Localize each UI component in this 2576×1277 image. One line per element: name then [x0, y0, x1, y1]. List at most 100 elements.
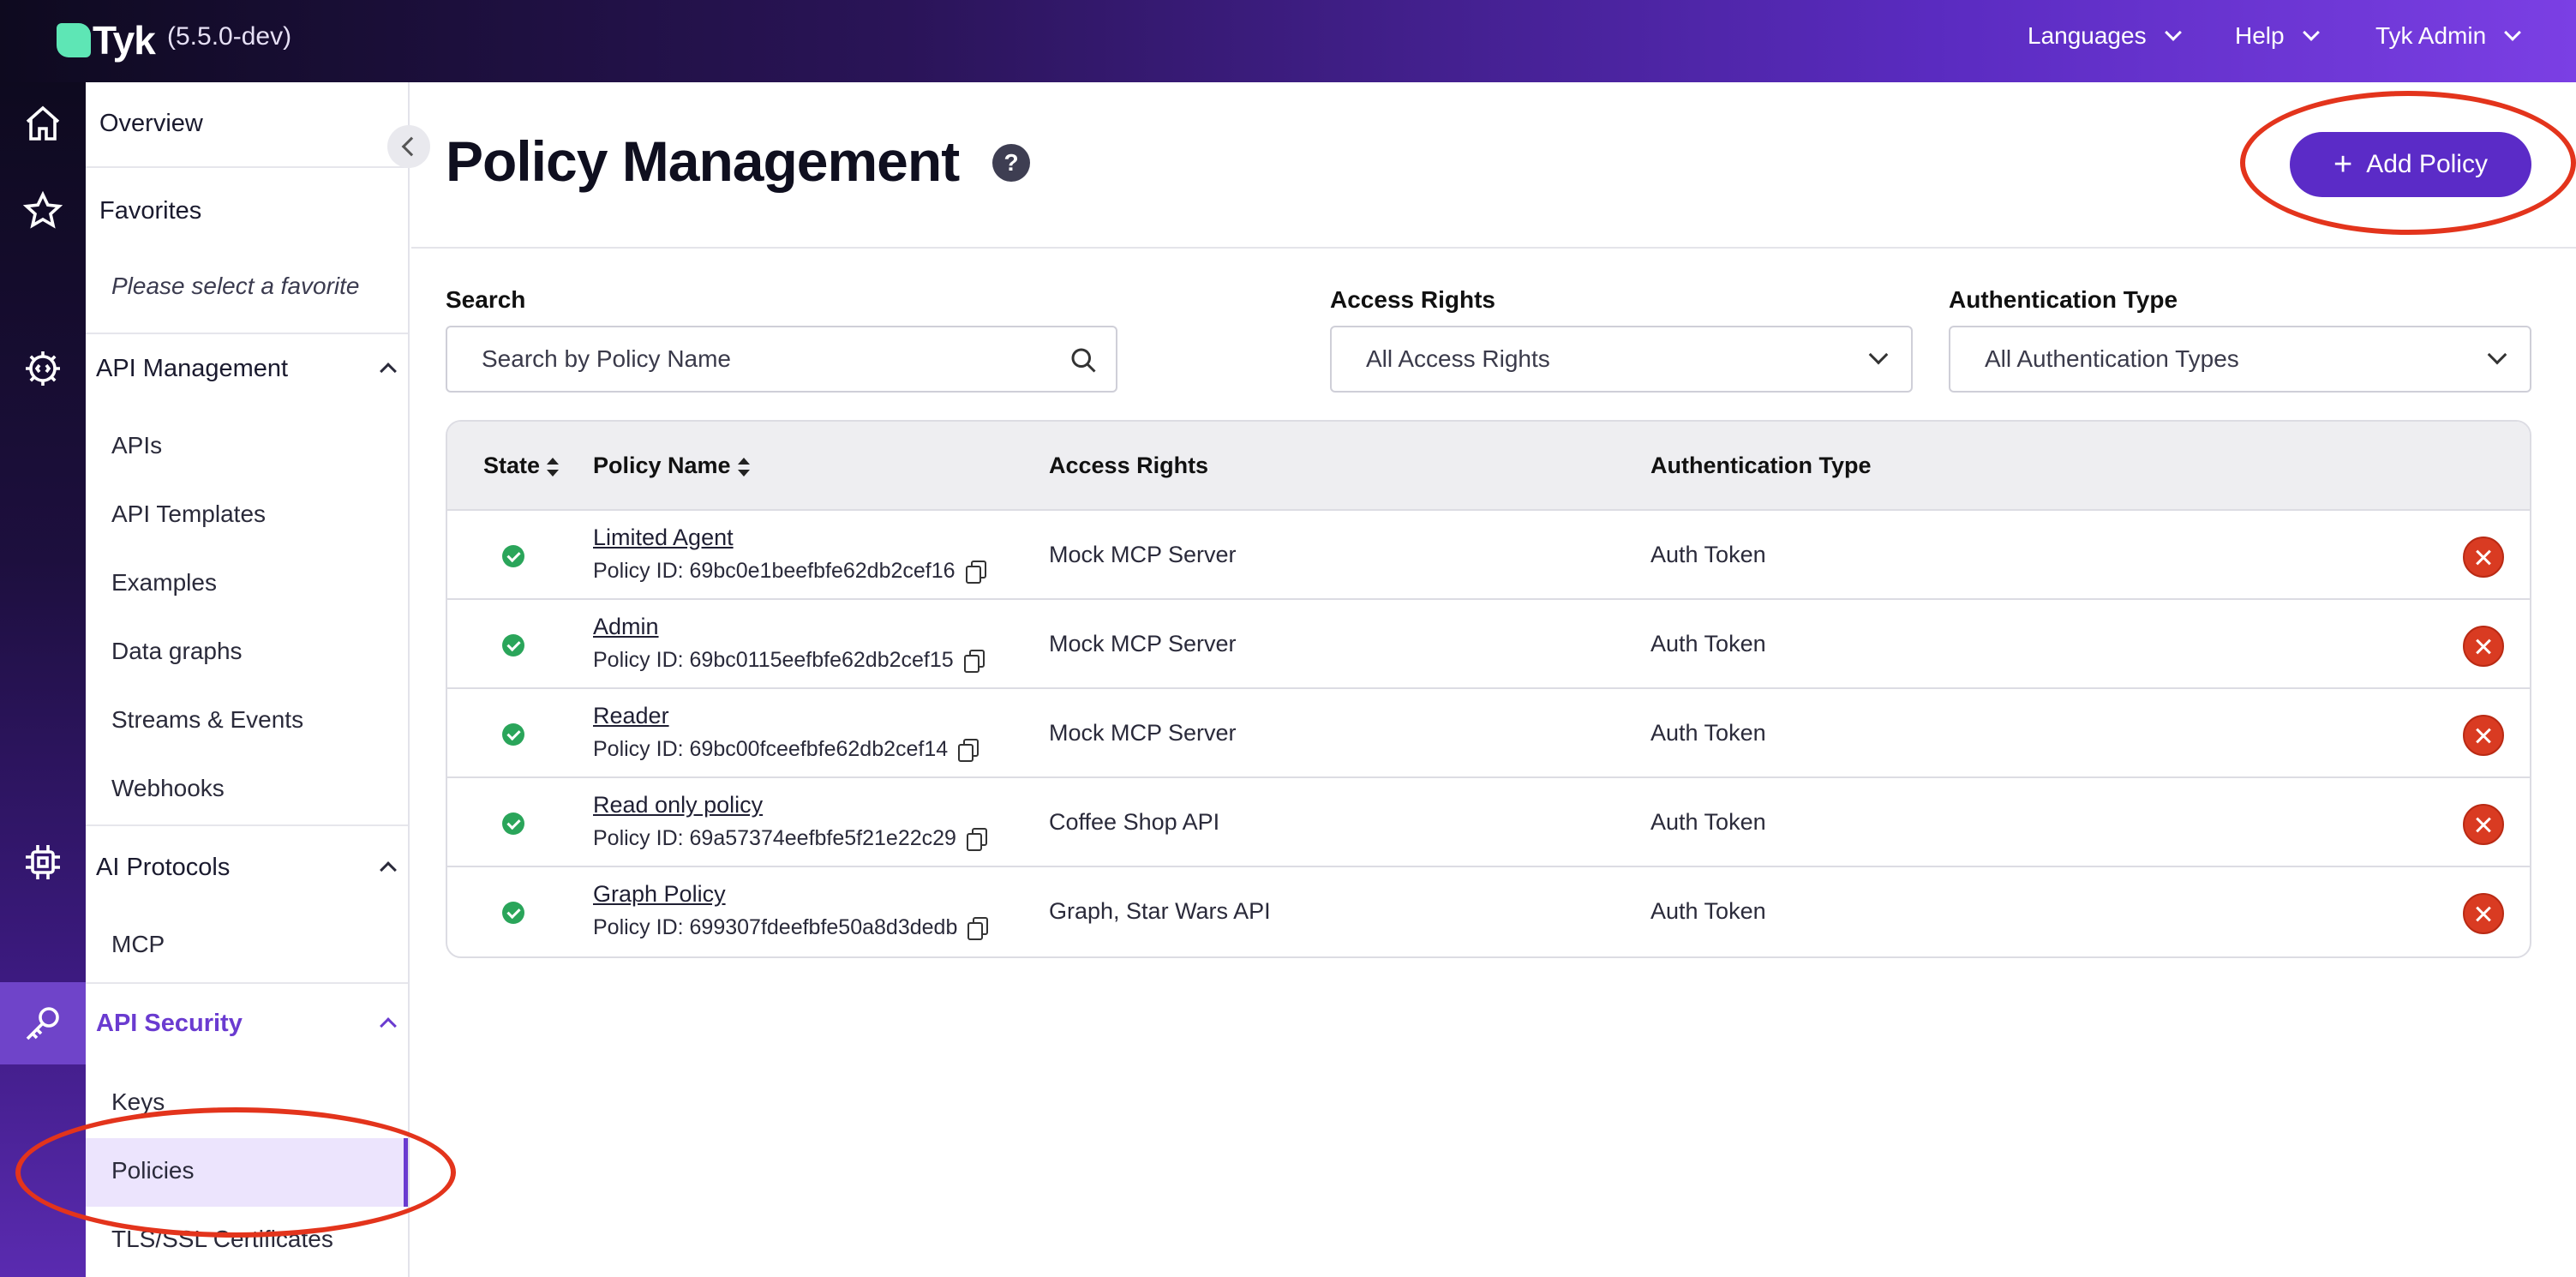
policy-name-link[interactable]: Graph Policy: [593, 881, 726, 908]
auth-type-cell: Auth Token: [1650, 720, 1766, 746]
table-header: State Policy Name Access Rights Authenti…: [447, 422, 2530, 511]
section-ai-protocols-label: AI Protocols: [96, 854, 231, 881]
auth-type-value: All Authentication Types: [1985, 345, 2239, 372]
languages-menu[interactable]: Languages: [2028, 22, 2182, 50]
table-row: Admin Policy ID: 69bc0115eefbfe62db2cef1…: [447, 600, 2530, 689]
chevron-up-icon: [380, 1017, 397, 1034]
help-menu[interactable]: Help: [2235, 22, 2320, 50]
chevron-down-icon: [2504, 24, 2522, 41]
help-label: Help: [2235, 22, 2285, 49]
active-state-icon: [502, 723, 524, 746]
section-api-management-label: API Management: [96, 355, 289, 382]
delete-icon[interactable]: [2463, 804, 2504, 845]
user-menu[interactable]: Tyk Admin: [2375, 22, 2522, 50]
sidebar-item-apis[interactable]: APIs: [111, 432, 434, 459]
tyk-logo-icon: [57, 23, 91, 57]
active-state-icon: [502, 634, 524, 656]
active-state-icon: [502, 902, 524, 924]
search-input[interactable]: Search by Policy Name: [446, 326, 1117, 393]
copy-icon[interactable]: [958, 738, 979, 762]
annotation-circle: [15, 1107, 456, 1238]
sidebar-item-overview[interactable]: Overview: [99, 110, 422, 138]
auth-type-cell: Auth Token: [1650, 809, 1766, 835]
policy-id: Policy ID: 69bc0115eefbfe62db2cef15: [593, 648, 985, 673]
tyk-logo[interactable]: Tyk: [57, 17, 156, 63]
sidebar-item-mcp[interactable]: MCP: [111, 931, 434, 958]
header-divider: [411, 247, 2576, 249]
chevron-down-icon: [2487, 345, 2507, 365]
api-gear-icon[interactable]: [0, 327, 86, 410]
chevron-up-icon: [380, 861, 397, 878]
table-row: Read only policy Policy ID: 69a57374eefb…: [447, 778, 2530, 867]
access-rights-cell: Mock MCP Server: [1049, 542, 1237, 567]
sidebar-item-examples[interactable]: Examples: [111, 569, 434, 597]
auth-type-column-header: Authentication Type: [1650, 453, 1872, 478]
divider: [86, 333, 408, 334]
home-icon[interactable]: [0, 82, 86, 165]
policy-id: Policy ID: 69a57374eefbfe5f21e22c29: [593, 826, 987, 851]
help-icon[interactable]: ?: [992, 144, 1030, 182]
chevron-up-icon: [380, 363, 397, 380]
copy-icon[interactable]: [965, 560, 986, 584]
access-rights-select[interactable]: All Access Rights: [1330, 326, 1913, 393]
delete-icon[interactable]: [2463, 626, 2504, 667]
star-icon[interactable]: [0, 170, 86, 252]
section-api-security[interactable]: API Security: [96, 1010, 418, 1038]
auth-type-select[interactable]: All Authentication Types: [1949, 326, 2531, 393]
divider: [86, 824, 408, 826]
state-header-label: State: [483, 453, 541, 478]
policy-id: Policy ID: 699307fdeefbfe50a8d3dedb: [593, 915, 989, 940]
policy-name-link[interactable]: Admin: [593, 614, 659, 640]
sidebar-item-webhooks[interactable]: Webhooks: [111, 775, 434, 802]
access-rights-column-header: Access Rights: [1049, 453, 1209, 478]
copy-icon[interactable]: [963, 649, 985, 673]
sort-icon: [547, 458, 560, 477]
delete-icon[interactable]: [2463, 715, 2504, 756]
policy-id: Policy ID: 69bc0e1beefbfe62db2cef16: [593, 559, 986, 584]
table-row: Limited Agent Policy ID: 69bc0e1beefbfe6…: [447, 511, 2530, 600]
chip-icon[interactable]: [0, 821, 86, 903]
policy-name-link[interactable]: Limited Agent: [593, 525, 734, 551]
icon-rail: [0, 82, 86, 1277]
policy-id-text: Policy ID: 699307fdeefbfe50a8d3dedb: [593, 915, 958, 939]
key-icon[interactable]: [0, 982, 86, 1064]
policy-id: Policy ID: 69bc00fceefbfe62db2cef14: [593, 737, 979, 762]
state-column-header[interactable]: State: [483, 453, 560, 479]
policy-id-text: Policy ID: 69bc0e1beefbfe62db2cef16: [593, 559, 956, 583]
policy-name-column-header[interactable]: Policy Name: [593, 453, 750, 479]
auth-type-label: Authentication Type: [1949, 286, 2178, 313]
active-state-icon: [502, 812, 524, 835]
search-label: Search: [446, 286, 526, 313]
policy-name-link[interactable]: Read only policy: [593, 792, 763, 818]
sort-icon: [737, 458, 750, 477]
annotation-circle: [2240, 91, 2576, 235]
access-rights-label: Access Rights: [1330, 286, 1495, 313]
policy-id-text: Policy ID: 69bc0115eefbfe62db2cef15: [593, 648, 954, 672]
sidebar-item-data-graphs[interactable]: Data graphs: [111, 638, 434, 665]
chevron-down-icon: [2302, 24, 2320, 41]
policy-id-text: Policy ID: 69a57374eefbfe5f21e22c29: [593, 826, 956, 850]
sidebar-item-favorites[interactable]: Favorites: [99, 197, 422, 225]
user-label: Tyk Admin: [2375, 22, 2487, 49]
search-icon: [1071, 348, 1096, 373]
chevron-left-icon: [401, 136, 422, 157]
chevron-down-icon: [2164, 24, 2182, 41]
divider: [86, 982, 408, 984]
section-api-management[interactable]: API Management: [96, 355, 418, 383]
auth-type-cell: Auth Token: [1650, 898, 1766, 924]
sidebar-item-api-templates[interactable]: API Templates: [111, 501, 434, 528]
delete-icon[interactable]: [2463, 537, 2504, 578]
section-ai-protocols[interactable]: AI Protocols: [96, 854, 418, 882]
auth-type-cell: Auth Token: [1650, 631, 1766, 656]
access-rights-cell: Mock MCP Server: [1049, 720, 1237, 746]
copy-icon[interactable]: [966, 827, 987, 851]
logo-text: Tyk: [93, 18, 156, 63]
collapse-sidebar-button[interactable]: [387, 125, 430, 168]
policy-name-link[interactable]: Reader: [593, 703, 669, 729]
copy-icon[interactable]: [967, 916, 989, 940]
page-title: Policy Management: [446, 129, 960, 193]
delete-icon[interactable]: [2463, 893, 2504, 934]
version-label: (5.5.0-dev): [167, 22, 292, 51]
access-rights-cell: Coffee Shop API: [1049, 809, 1220, 835]
sidebar-item-streams-events[interactable]: Streams & Events: [111, 706, 434, 734]
